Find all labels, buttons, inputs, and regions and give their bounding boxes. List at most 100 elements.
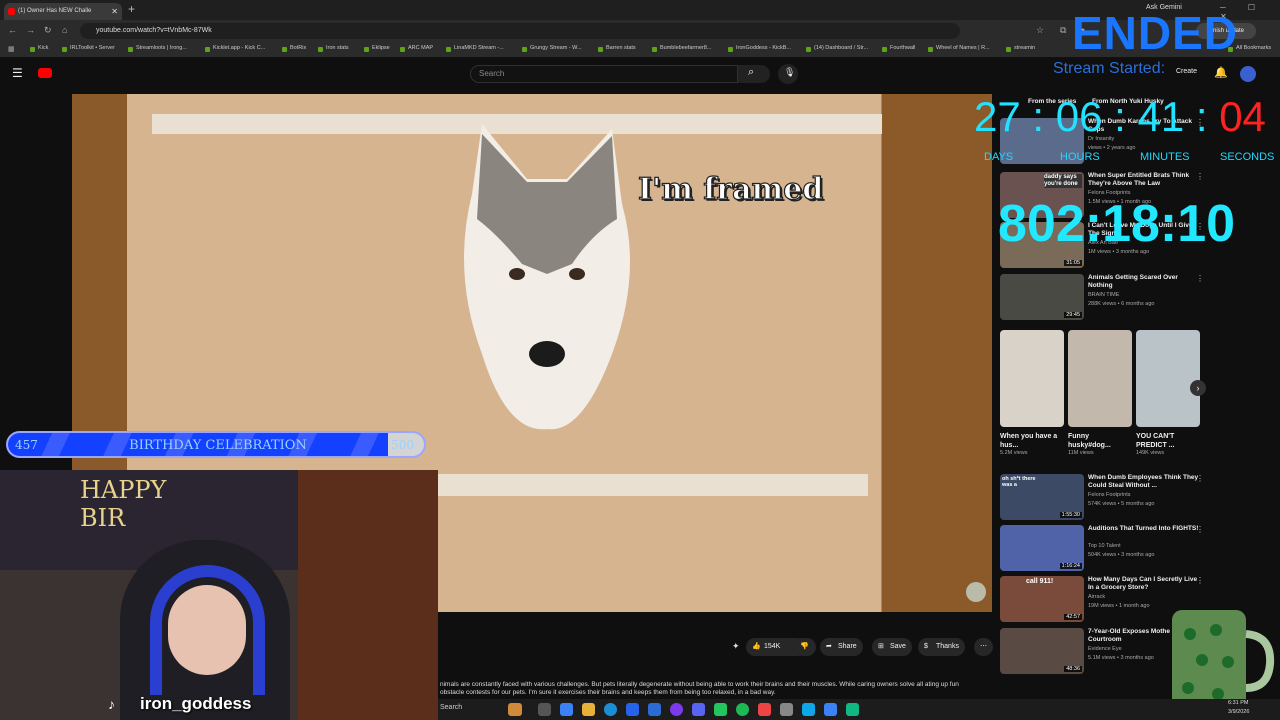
app-icon[interactable] <box>582 703 595 716</box>
app-icon[interactable] <box>508 703 522 716</box>
app-icon[interactable] <box>626 703 639 716</box>
share-button[interactable]: ➦ Share <box>820 638 863 656</box>
app-icon[interactable] <box>604 703 617 716</box>
clock-time[interactable]: 6:31 PM <box>1228 700 1248 706</box>
search-button[interactable]: ⌕ <box>738 65 770 83</box>
bookmark-item[interactable]: Wheel of Names | R... <box>928 45 990 52</box>
bookmark-item[interactable]: Barren stats <box>598 45 636 52</box>
youtube-logo-icon[interactable] <box>38 68 52 78</box>
app-icon[interactable] <box>670 703 683 716</box>
video-thumbnail: oh sh*t there was a 1:55:30 <box>1000 474 1084 520</box>
bookmark-item[interactable]: (14) Dashboard / Str... <box>806 45 868 52</box>
countdown-days: 27 <box>974 93 1021 140</box>
voice-search-button[interactable]: 🎙 <box>778 64 798 84</box>
save-icon: ⊞ <box>878 643 884 650</box>
recommended-video[interactable]: 29:45 Animals Getting Scared Over Nothin… <box>1000 274 1210 320</box>
channel-watermark-icon[interactable] <box>966 582 986 602</box>
bookmark-item[interactable]: Fourthwall <box>882 45 915 52</box>
short-title: YOU CAN'T PREDICT ... <box>1136 433 1175 449</box>
youtube-favicon-icon <box>8 8 15 15</box>
bookmark-item[interactable]: Grungy Stream - W... <box>522 45 582 52</box>
duration: 1:55:30 <box>1059 512 1082 518</box>
duration: 29:45 <box>1064 312 1082 318</box>
video-views: 288K views • 6 months ago <box>1088 301 1155 307</box>
bookmark-item[interactable]: Kick <box>30 45 48 52</box>
save-button[interactable]: ⊞ Save <box>872 638 912 656</box>
app-icon[interactable] <box>692 703 705 716</box>
app-icon[interactable] <box>758 703 771 716</box>
clock-date[interactable]: 3/9/2026 <box>1228 709 1249 715</box>
home-icon[interactable]: ⌂ <box>62 25 67 35</box>
menu-icon[interactable]: ☰ <box>12 66 23 80</box>
more-options-icon[interactable]: ⋮ <box>1196 172 1204 181</box>
avatar[interactable] <box>1240 66 1256 82</box>
bookmark-item[interactable]: ARC MAP <box>400 45 433 52</box>
video-title: Animals Getting Scared Over Nothing <box>1088 274 1178 289</box>
goal-label: BIRTHDAY CELEBRATION <box>129 438 307 453</box>
close-tab-icon[interactable]: ✕ <box>111 3 118 20</box>
stream-elapsed-timer: 802:18:10 <box>998 195 1236 253</box>
app-icon[interactable] <box>714 703 727 716</box>
app-icon[interactable] <box>538 703 551 716</box>
short-item[interactable]: YOU CAN'T PREDICT ... 149K views <box>1136 330 1200 456</box>
app-icon[interactable] <box>780 703 793 716</box>
url-text: youtube.com/watch?v=tVnbMc-87Wk <box>96 27 212 34</box>
extensions-icon[interactable]: ⧉ <box>1060 25 1066 36</box>
app-icon[interactable] <box>802 703 815 716</box>
channel-name: Airrack <box>1088 594 1106 600</box>
notifications-icon[interactable]: 🔔 <box>1214 66 1228 79</box>
reload-icon[interactable]: ↻ <box>44 25 52 36</box>
video-thumbnail: 29:45 <box>1000 274 1084 320</box>
create-button[interactable]: Create <box>1176 68 1197 75</box>
countdown-label-seconds: SECONDS <box>1220 151 1275 163</box>
more-options-icon[interactable]: ⋮ <box>1196 576 1204 585</box>
more-options-icon[interactable]: ⋮ <box>1196 474 1204 483</box>
tiktok-logo-icon: ♪ <box>108 696 115 712</box>
more-options-icon[interactable]: ⋮ <box>1196 525 1204 534</box>
recommended-video[interactable]: oh sh*t there was a 1:55:30 When Dumb Em… <box>1000 474 1210 520</box>
recommended-video[interactable]: 1:16:24 Auditions That Turned Into FIGHT… <box>1000 525 1210 571</box>
search-input[interactable]: Search <box>470 65 738 83</box>
bookmark-star-icon[interactable]: ☆ <box>1036 25 1044 36</box>
thumb-text: oh sh*t there was a <box>1002 476 1036 488</box>
back-icon[interactable]: ← <box>8 25 17 35</box>
search-placeholder: Search <box>479 69 505 78</box>
bookmark-item[interactable]: streamin <box>1006 45 1035 52</box>
dislike-button[interactable]: 👎 <box>794 638 816 656</box>
short-item[interactable]: When you have a hus... 5.2M views <box>1000 330 1064 456</box>
duration: 48:36 <box>1064 666 1082 672</box>
app-icon[interactable] <box>846 703 859 716</box>
address-bar[interactable]: youtube.com/watch?v=tVnbMc-87Wk <box>80 23 960 39</box>
thumbs-down-icon: 👎 <box>800 643 809 650</box>
new-tab-button[interactable]: + <box>128 2 135 16</box>
video-views: 19M views • 1 month ago <box>1088 603 1150 609</box>
video-description[interactable]: nimals are constantly faced with various… <box>440 681 980 697</box>
taskbar-search[interactable]: Search <box>440 704 462 711</box>
bookmark-item[interactable]: Iron stats <box>318 45 349 52</box>
forward-icon[interactable]: → <box>26 25 35 35</box>
app-icon[interactable] <box>824 703 837 716</box>
bookmark-item[interactable]: Eklipse <box>364 45 390 52</box>
bookmark-item[interactable]: Kicklet.app - Kick C... <box>205 45 265 52</box>
app-icon[interactable] <box>736 703 749 716</box>
windows-taskbar: Search 6:31 PM 3/9/2026 <box>438 699 1280 720</box>
bookmark-item[interactable]: LinaMKD Stream -... <box>446 45 504 52</box>
channel-name: Felons Footprints <box>1088 492 1131 498</box>
apps-icon[interactable]: ▦ <box>8 45 15 53</box>
bookmark-item[interactable]: BotRix <box>282 45 306 52</box>
more-actions-button[interactable]: ⋯ <box>974 638 993 656</box>
video-views: 5.1M views • 3 months ago <box>1088 655 1154 661</box>
sparkle-icon[interactable]: ✦ <box>732 641 740 652</box>
short-item[interactable]: Funny husky#dog... 11M views <box>1068 330 1132 456</box>
more-options-icon[interactable]: ⋮ <box>1196 274 1204 283</box>
bookmark-item[interactable]: Streamloots | Irong... <box>128 45 187 52</box>
app-icon[interactable] <box>648 703 661 716</box>
bookmark-item[interactable]: IRLToolkit • Server <box>62 45 115 52</box>
app-icon[interactable] <box>560 703 573 716</box>
shorts-next-icon[interactable]: › <box>1190 380 1206 396</box>
bookmark-item[interactable]: IronGoddess - KickB... <box>728 45 791 52</box>
video-thumbnail: 48:36 <box>1000 628 1084 674</box>
thanks-button[interactable]: $ Thanks <box>918 638 965 656</box>
bookmark-item[interactable]: Bumblebeefarmer8... <box>652 45 711 52</box>
browser-tab[interactable]: (1) Owner Has NEW Challe ✕ <box>4 3 122 20</box>
